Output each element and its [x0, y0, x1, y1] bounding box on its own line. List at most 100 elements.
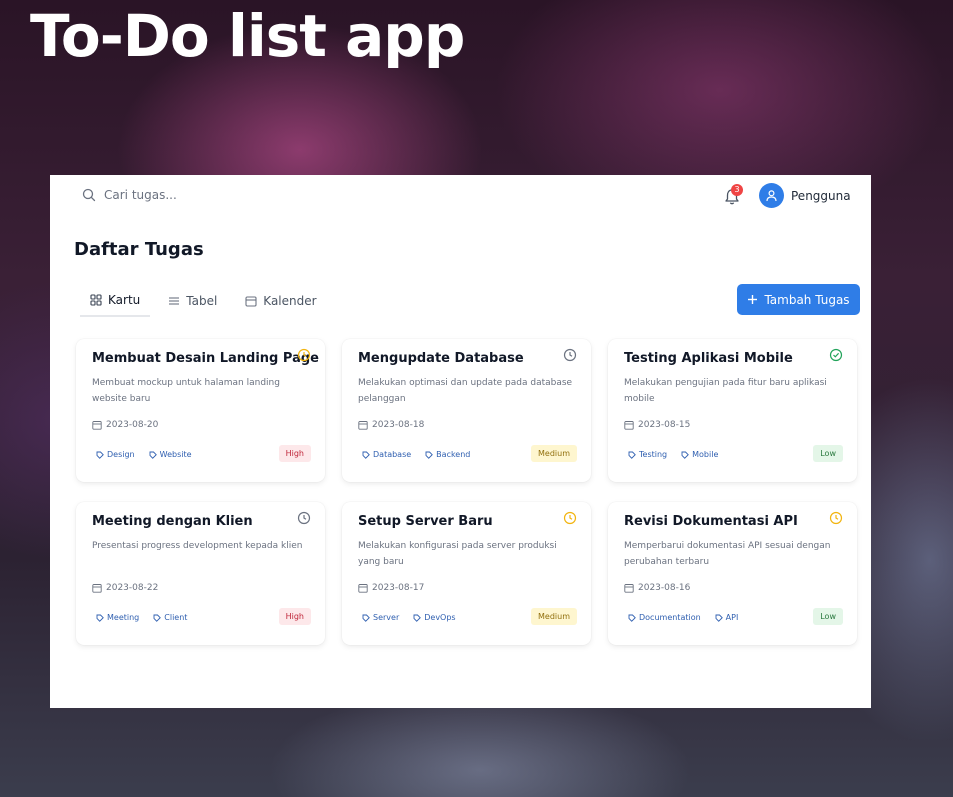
clock-icon-gray[interactable] — [563, 348, 577, 362]
user-name: Pengguna — [791, 188, 851, 203]
check-circle-icon[interactable] — [829, 348, 843, 362]
tag-icon — [425, 451, 434, 459]
view-tabs: Kartu Tabel Kalender — [80, 285, 335, 317]
tag-label: Backend — [436, 450, 471, 459]
task-description: Melakukan konfigurasi pada server produk… — [358, 541, 557, 567]
tag-icon — [681, 451, 689, 459]
tag-icon — [413, 614, 422, 622]
task-card[interactable]: Mengupdate Database Melakukan optimasi da… — [342, 339, 591, 482]
clock-icon-yellow[interactable] — [829, 511, 843, 525]
tag[interactable]: API — [715, 613, 738, 622]
plus-icon — [748, 295, 758, 304]
tag[interactable]: Testing — [628, 450, 667, 459]
app-window: 3 Pengguna Daftar Tugas Kartu — [50, 175, 871, 708]
task-card[interactable]: Setup Server Baru Melakukan konfigurasi p… — [342, 502, 591, 645]
calendar-icon — [92, 584, 102, 593]
task-card[interactable]: Revisi Dokumentasi API Memperbarui dokume… — [608, 502, 857, 645]
task-date-value: 2023-08-22 — [106, 583, 159, 593]
tag-label: Testing — [639, 450, 668, 459]
tag[interactable]: Mobile — [681, 450, 718, 459]
tag-label: Website — [159, 450, 192, 459]
calendar-icon — [624, 584, 634, 593]
search-input[interactable] — [104, 188, 264, 202]
tag[interactable]: Website — [149, 450, 192, 459]
clock-icon-yellow[interactable] — [297, 348, 311, 362]
task-title: Revisi Dokumentasi API — [624, 514, 798, 529]
grid-icon — [90, 294, 102, 306]
tab-kalender[interactable]: Kalender — [235, 285, 326, 317]
tag-label: Design — [107, 450, 135, 459]
top-bar: 3 Pengguna — [50, 175, 871, 221]
task-date-value: 2023-08-18 — [372, 420, 425, 430]
clock-icon-gray[interactable] — [297, 511, 311, 525]
task-date: 2023-08-18 — [358, 420, 424, 430]
tag-icon — [362, 451, 370, 459]
tag[interactable]: Meeting — [96, 613, 139, 622]
calendar-icon — [624, 421, 634, 430]
task-title: Meeting dengan Klien — [92, 514, 253, 529]
avatar — [759, 183, 784, 208]
tag-label: Database — [373, 450, 412, 459]
tag[interactable]: Documentation — [628, 613, 701, 622]
tab-kartu[interactable]: Kartu — [80, 285, 151, 317]
task-description: Memperbarui dokumentasi API sesuai denga… — [624, 541, 831, 567]
task-tags: Server DevOps — [362, 613, 456, 622]
tag[interactable]: Backend — [425, 450, 470, 459]
task-tags: Meeting Client — [96, 613, 187, 622]
task-date-value: 2023-08-15 — [638, 420, 691, 430]
notification-badge: 3 — [731, 184, 743, 196]
search-bar[interactable] — [82, 188, 264, 202]
tab-tabel[interactable]: Tabel — [158, 285, 227, 317]
task-date-value: 2023-08-20 — [106, 420, 159, 430]
page-title: Daftar Tugas — [74, 239, 204, 260]
tag[interactable]: Client — [153, 613, 187, 622]
calendar-icon — [358, 584, 368, 593]
task-card[interactable]: Meeting dengan Klien Presentasi progress … — [76, 502, 325, 645]
clock-icon-yellow[interactable] — [563, 511, 577, 525]
task-date: 2023-08-16 — [624, 583, 690, 593]
tag-icon — [96, 614, 104, 622]
tag[interactable]: Server — [362, 613, 399, 622]
task-title: Setup Server Baru — [358, 514, 493, 529]
task-tags: Documentation API — [628, 613, 738, 622]
tag-icon — [715, 614, 723, 622]
list-icon — [169, 297, 180, 305]
tag-icon — [628, 614, 636, 622]
task-description: Melakukan optimasi dan update pada datab… — [358, 378, 573, 404]
task-tags: Database Backend — [362, 450, 470, 459]
task-date: 2023-08-22 — [92, 583, 158, 593]
calendar-icon — [358, 421, 368, 430]
priority-badge: Medium — [531, 445, 577, 462]
task-tags: Design Website — [96, 450, 192, 459]
tag[interactable]: DevOps — [413, 613, 456, 622]
tag-icon — [628, 451, 636, 459]
task-tags: Testing Mobile — [628, 450, 718, 459]
task-date-value: 2023-08-17 — [372, 583, 425, 593]
hero-title: To-Do list app — [30, 2, 465, 70]
priority-badge: High — [278, 608, 311, 625]
tag-label: Documentation — [639, 613, 701, 622]
task-date-value: 2023-08-16 — [638, 583, 691, 593]
tag-label: Client — [164, 613, 188, 622]
task-date: 2023-08-15 — [624, 420, 690, 430]
calendar-icon — [245, 296, 257, 307]
task-title: Mengupdate Database — [358, 351, 524, 366]
tag[interactable]: Database — [362, 450, 411, 459]
priority-badge: High — [278, 445, 311, 462]
task-title: Membuat Desain Landing Page — [92, 351, 319, 366]
tag-icon — [96, 451, 104, 459]
tag-icon — [362, 614, 370, 622]
tag[interactable]: Design — [96, 450, 135, 459]
tab-label: Kalender — [263, 294, 317, 308]
task-card[interactable]: Membuat Desain Landing Page Membuat mocku… — [76, 339, 325, 482]
task-date: 2023-08-17 — [358, 583, 424, 593]
search-icon — [82, 188, 96, 202]
tag-icon — [149, 451, 157, 459]
calendar-icon — [92, 421, 102, 430]
add-task-label: Tambah Tugas — [764, 292, 850, 307]
tag-label: Meeting — [107, 613, 140, 622]
task-card[interactable]: Testing Aplikasi Mobile Melakukan penguji… — [608, 339, 857, 482]
add-task-button[interactable]: Tambah Tugas — [737, 284, 860, 315]
task-description: Melakukan pengujian pada fitur baru apli… — [624, 378, 827, 404]
user-menu[interactable]: Pengguna — [759, 183, 851, 208]
